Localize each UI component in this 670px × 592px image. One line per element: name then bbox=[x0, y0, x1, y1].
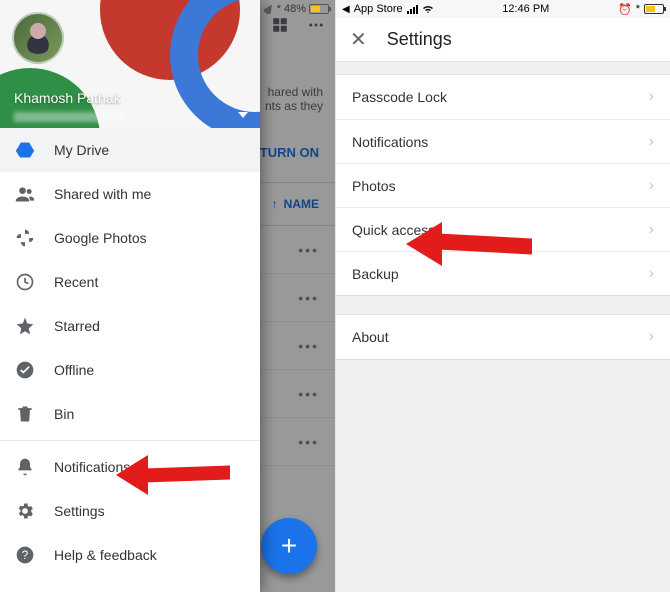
menu-item-label: My Drive bbox=[54, 142, 109, 158]
location-icon bbox=[264, 4, 274, 14]
bluetooth-icon: * bbox=[636, 3, 640, 15]
bell-icon bbox=[14, 456, 36, 478]
row-about[interactable]: About › bbox=[336, 315, 670, 359]
chevron-right-icon: › bbox=[649, 221, 654, 239]
bluetooth-icon: * bbox=[277, 3, 281, 15]
menu-item-label: Recent bbox=[54, 274, 98, 290]
row-label: Passcode Lock bbox=[352, 89, 447, 105]
menu-help-feedback[interactable]: ? Help & feedback bbox=[0, 533, 260, 577]
back-to-app-icon[interactable]: ◀ bbox=[342, 4, 350, 15]
row-label: Photos bbox=[352, 178, 396, 194]
menu-shared-with-me[interactable]: Shared with me bbox=[0, 172, 260, 216]
chevron-right-icon: › bbox=[649, 328, 654, 346]
chevron-right-icon: › bbox=[649, 88, 654, 106]
alarm-icon: ⏰ bbox=[618, 3, 632, 16]
menu-item-label: Shared with me bbox=[54, 186, 151, 202]
back-to-app-label[interactable]: App Store bbox=[354, 3, 403, 15]
fab-add-button[interactable]: + bbox=[261, 518, 317, 574]
trash-icon bbox=[14, 403, 36, 425]
menu-google-photos[interactable]: Google Photos bbox=[0, 216, 260, 260]
plus-icon: + bbox=[281, 530, 297, 562]
view-grid-icon bbox=[271, 16, 289, 39]
row-passcode-lock[interactable]: Passcode Lock › bbox=[336, 75, 670, 119]
settings-title: Settings bbox=[387, 29, 452, 50]
close-icon[interactable]: ✕ bbox=[350, 30, 367, 50]
battery-icon bbox=[644, 4, 664, 14]
settings-body: Passcode Lock › Notifications › Photos ›… bbox=[336, 62, 670, 360]
row-label: Backup bbox=[352, 266, 399, 282]
status-bar-left: * 48% bbox=[264, 3, 329, 15]
row-backup[interactable]: Backup › bbox=[336, 251, 670, 295]
storage-icon bbox=[14, 588, 36, 592]
photos-icon bbox=[14, 227, 36, 249]
star-icon bbox=[14, 315, 36, 337]
menu-offline[interactable]: Offline bbox=[0, 348, 260, 392]
status-bar-right: ◀ App Store 12:46 PM ⏰ * bbox=[336, 0, 670, 18]
row-label: About bbox=[352, 329, 389, 345]
row-notifications[interactable]: Notifications › bbox=[336, 119, 670, 163]
more-horizontal-icon bbox=[307, 16, 325, 39]
row-quick-access[interactable]: Quick access › bbox=[336, 207, 670, 251]
menu-settings[interactable]: Settings bbox=[0, 489, 260, 533]
people-icon bbox=[14, 183, 36, 205]
menu-item-label: Offline bbox=[54, 362, 94, 378]
menu-item-label: Starred bbox=[54, 318, 100, 334]
menu-notifications[interactable]: Notifications bbox=[0, 445, 260, 489]
clock-icon bbox=[14, 271, 36, 293]
gear-icon bbox=[14, 500, 36, 522]
check-circle-icon bbox=[14, 359, 36, 381]
account-name: Khamosh Pathak bbox=[14, 90, 121, 106]
status-time: 12:46 PM bbox=[502, 3, 549, 15]
drawer-header[interactable]: Khamosh Pathak bbox=[0, 0, 260, 128]
menu-item-label: Notifications bbox=[54, 459, 130, 475]
sort-arrow-icon: ↑ bbox=[272, 197, 278, 211]
menu-starred[interactable]: Starred bbox=[0, 304, 260, 348]
menu-bin[interactable]: Bin bbox=[0, 392, 260, 436]
drawer-menu: My Drive Shared with me Google Photos Re… bbox=[0, 128, 260, 592]
name-header-label: NAME bbox=[284, 197, 319, 211]
menu-storage[interactable]: Storage bbox=[0, 577, 260, 592]
menu-item-label: Google Photos bbox=[54, 230, 147, 246]
menu-recent[interactable]: Recent bbox=[0, 260, 260, 304]
settings-group-about: About › bbox=[336, 314, 670, 360]
svg-text:?: ? bbox=[22, 549, 29, 562]
chevron-right-icon: › bbox=[649, 133, 654, 151]
drive-icon bbox=[14, 139, 36, 161]
row-label: Notifications bbox=[352, 134, 428, 150]
menu-my-drive[interactable]: My Drive bbox=[0, 128, 260, 172]
drive-settings-screen: ◀ App Store 12:46 PM ⏰ * ✕ Settings Pass… bbox=[335, 0, 670, 592]
menu-item-label: Settings bbox=[54, 503, 105, 519]
account-dropdown-icon[interactable] bbox=[238, 112, 248, 118]
avatar[interactable] bbox=[12, 12, 64, 64]
battery-icon bbox=[309, 4, 329, 14]
settings-group-main: Passcode Lock › Notifications › Photos ›… bbox=[336, 74, 670, 296]
row-photos[interactable]: Photos › bbox=[336, 163, 670, 207]
battery-percent: 48% bbox=[284, 3, 306, 15]
chevron-right-icon: › bbox=[649, 177, 654, 195]
row-label: Quick access bbox=[352, 222, 435, 238]
google-drive-side-menu-screen: hared with nts as they TURN ON ↑ NAME ••… bbox=[0, 0, 335, 592]
settings-header: ✕ Settings bbox=[336, 18, 670, 62]
chevron-right-icon: › bbox=[649, 265, 654, 283]
menu-item-label: Bin bbox=[54, 406, 74, 422]
menu-separator bbox=[0, 440, 260, 441]
account-email-blurred bbox=[14, 112, 124, 122]
drive-drawer: Khamosh Pathak My Drive Shared with me G… bbox=[0, 0, 260, 592]
wifi-icon bbox=[422, 3, 434, 15]
menu-item-label: Help & feedback bbox=[54, 547, 157, 563]
help-icon: ? bbox=[14, 544, 36, 566]
signal-icon bbox=[407, 5, 418, 14]
